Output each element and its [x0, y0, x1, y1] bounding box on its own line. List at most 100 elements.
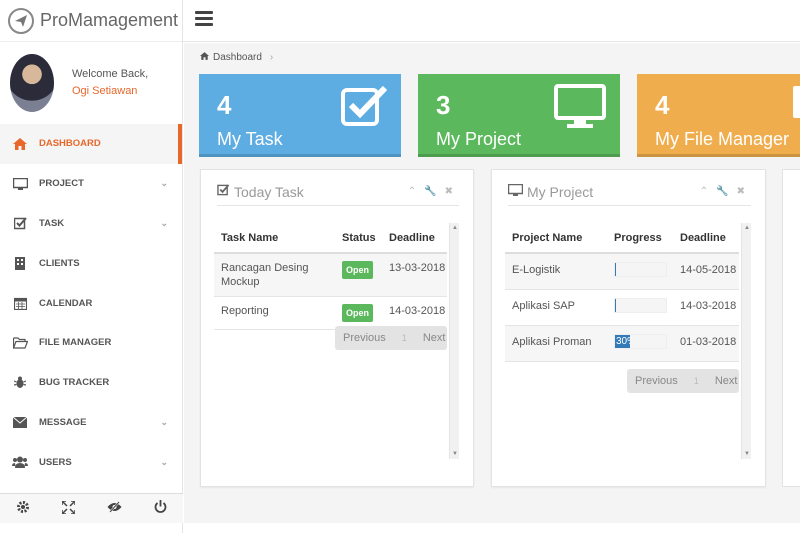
sidebar-menu: DASHBOARD PROJECT ⌄ TASK ⌄ CLIENTS CALEN… [0, 124, 182, 482]
status-badge: Open [342, 304, 374, 322]
collapse-icon[interactable]: ⌃ [408, 186, 416, 197]
table-row[interactable]: Reporting Open 14-03-2018 [214, 296, 447, 330]
panel-title: My Project [527, 183, 594, 200]
scroll-up-icon[interactable]: ▲ [744, 225, 750, 231]
scrollbar[interactable]: ▲ ▼ [741, 223, 751, 459]
stat-label: My Task [217, 129, 283, 149]
scroll-down-icon[interactable]: ▼ [452, 451, 458, 457]
panel-header: My Project ⌃ 🔧 ✖ [507, 178, 751, 206]
brand[interactable]: ProMamagement [0, 0, 182, 42]
chevron-down-icon: ⌄ [160, 456, 168, 467]
column-header[interactable]: Deadline [382, 223, 447, 254]
sidebar-item-message[interactable]: MESSAGE ⌄ [0, 403, 182, 443]
fullscreen-icon[interactable] [61, 499, 76, 517]
avatar[interactable] [10, 54, 54, 112]
sidebar-item-label: CALENDAR [39, 297, 93, 309]
user-profile: Welcome Back, Ogi Setiawan [0, 42, 182, 124]
sidebar-item-label: CLIENTS [39, 257, 80, 269]
menu-toggle-icon[interactable] [195, 11, 213, 27]
project-table: Project Name Progress Deadline E-Logisti… [505, 223, 739, 362]
power-icon[interactable] [154, 500, 167, 517]
gear-icon[interactable] [16, 500, 30, 517]
deadline: 13-03-2018 [382, 253, 447, 297]
table-row[interactable]: E-Logistik 14-05-2018 [505, 253, 739, 290]
close-icon[interactable]: ✖ [445, 186, 453, 197]
sidebar-item-users[interactable]: USERS ⌄ [0, 442, 182, 482]
progress-bar [614, 298, 667, 313]
folder-icon [791, 84, 800, 131]
eye-slash-icon[interactable] [107, 501, 122, 516]
breadcrumb-dashboard[interactable]: Dashboard [213, 52, 262, 63]
welcome-text: Welcome Back, [72, 68, 149, 80]
sidebar: ProMamagement Welcome Back, Ogi Setiawan… [0, 0, 183, 533]
wrench-icon[interactable]: 🔧 [424, 186, 436, 197]
table-row[interactable]: Aplikasi SAP 14-03-2018 [505, 289, 739, 326]
column-header[interactable]: Progress [607, 223, 673, 254]
task-table-wrapper: Task Name Status Deadline Rancagan Desin… [214, 223, 459, 459]
deadline: 14-03-2018 [382, 296, 447, 330]
brand-name: ProMamagement [40, 10, 179, 30]
task-table: Task Name Status Deadline Rancagan Desin… [214, 223, 447, 330]
monitor-icon [507, 183, 524, 199]
monitor-icon [12, 177, 28, 190]
collapse-icon[interactable]: ⌃ [700, 186, 708, 197]
column-header[interactable]: Deadline [673, 223, 739, 254]
stat-label: My Project [436, 129, 522, 149]
user-name[interactable]: Ogi Setiawan [72, 83, 148, 100]
partial-panel [782, 169, 800, 487]
scroll-up-icon[interactable]: ▲ [452, 225, 458, 231]
sidebar-item-label: PROJECT [39, 178, 84, 190]
progress-bar: 30% [614, 334, 667, 349]
task-name: Rancagan Desing Mockup [214, 253, 335, 297]
sidebar-item-label: TASK [39, 217, 65, 229]
monitor-icon [554, 84, 606, 131]
sidebar-item-dashboard[interactable]: DASHBOARD [0, 124, 182, 164]
deadline: 14-05-2018 [673, 253, 739, 290]
bug-icon [12, 376, 28, 389]
sidebar-item-calendar[interactable]: CALENDAR [0, 283, 182, 323]
previous-button[interactable]: Previous [627, 375, 686, 387]
stat-number: 3 [436, 90, 451, 120]
sidebar-item-bug-tracker[interactable]: BUG TRACKER [0, 363, 182, 403]
topbar [183, 0, 800, 42]
chevron-down-icon: ⌄ [160, 178, 168, 189]
scrollbar[interactable]: ▲ ▼ [449, 223, 459, 459]
panel-header: Today Task ⌃ 🔧 ✖ [217, 178, 459, 206]
home-icon [12, 137, 28, 150]
sidebar-item-project[interactable]: PROJECT ⌄ [0, 164, 182, 204]
home-icon [200, 52, 209, 63]
progress-fill [615, 263, 616, 276]
sidebar-item-task[interactable]: TASK ⌄ [0, 204, 182, 244]
pagination: Previous 1 Next [335, 326, 447, 350]
progress-fill [615, 299, 616, 312]
previous-button[interactable]: Previous [335, 332, 394, 344]
task-name: Reporting [214, 296, 335, 330]
stat-card-my-task[interactable]: 4 My Task [199, 74, 401, 157]
close-icon[interactable]: ✖ [737, 186, 745, 197]
stat-card-my-project[interactable]: 3 My Project [418, 74, 620, 157]
pagination: Previous 1 Next [627, 369, 739, 393]
sidebar-item-label: MESSAGE [39, 416, 87, 428]
stat-number: 4 [655, 90, 670, 120]
column-header[interactable]: Task Name [214, 223, 335, 254]
building-icon [12, 256, 28, 270]
scroll-down-icon[interactable]: ▼ [744, 451, 750, 457]
column-header[interactable]: Status [335, 223, 382, 254]
next-button[interactable]: Next [707, 375, 746, 387]
breadcrumb: Dashboard › [200, 52, 273, 63]
sidebar-item-label: FILE MANAGER [39, 337, 112, 349]
next-button[interactable]: Next [415, 332, 454, 344]
table-row[interactable]: Rancagan Desing Mockup Open 13-03-2018 [214, 253, 447, 297]
project-name: Aplikasi Proman [505, 325, 607, 362]
chevron-down-icon: ⌄ [160, 416, 168, 427]
stat-card-my-file-manager[interactable]: 4 My File Manager [637, 74, 800, 157]
deadline: 14-03-2018 [673, 289, 739, 326]
table-row[interactable]: Aplikasi Proman 30% 01-03-2018 [505, 325, 739, 362]
sidebar-item-clients[interactable]: CLIENTS [0, 243, 182, 283]
wrench-icon[interactable]: 🔧 [716, 186, 728, 197]
main-content: Dashboard › 4 My Task 3 My Project 4 My … [184, 43, 800, 523]
column-header[interactable]: Project Name [505, 223, 607, 254]
sidebar-item-file-manager[interactable]: FILE MANAGER [0, 323, 182, 363]
page-number[interactable]: 1 [686, 376, 707, 386]
page-number[interactable]: 1 [394, 333, 415, 343]
